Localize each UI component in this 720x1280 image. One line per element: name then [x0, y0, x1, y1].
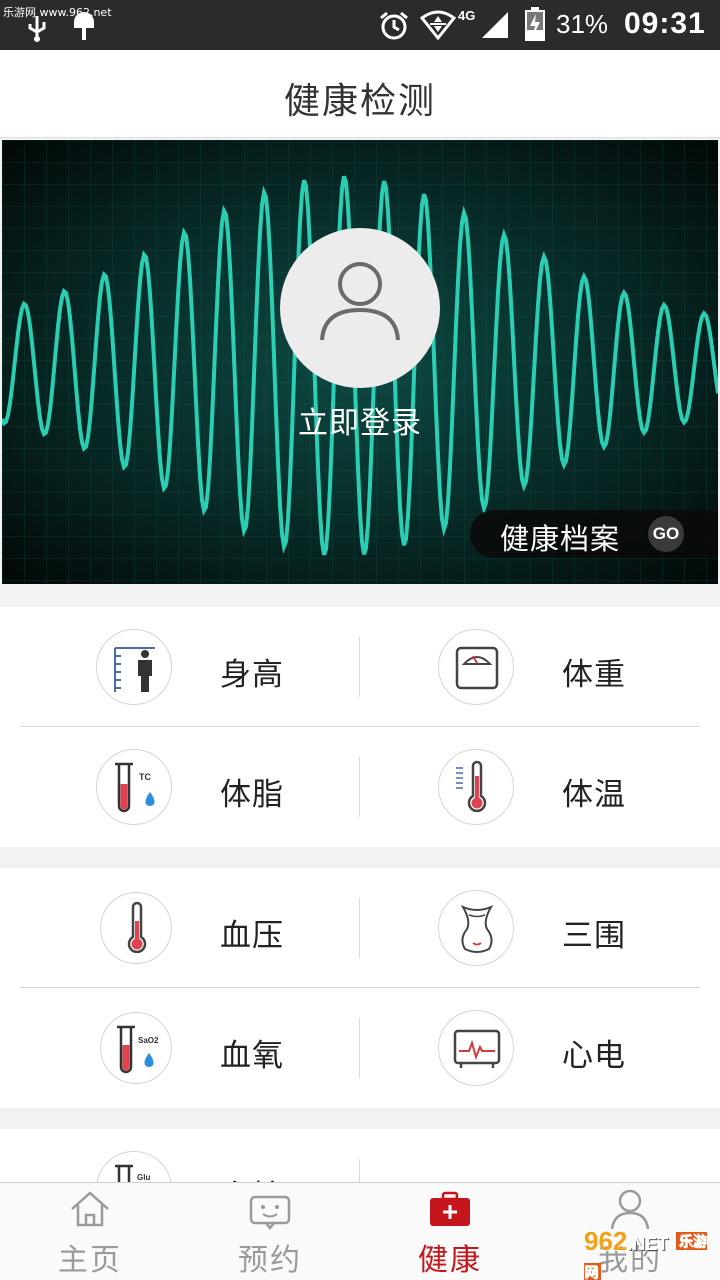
body-shape-icon	[438, 890, 514, 966]
tab-label: 主页	[58, 1243, 122, 1278]
body-fat-tube-icon: TC	[96, 749, 172, 825]
measure-label: 体重	[562, 657, 626, 693]
measure-card-2: 血压 三围 SaO2 血氧 心电	[0, 868, 720, 1108]
thermometer-icon	[438, 749, 514, 825]
icon-text: SaO2	[138, 1036, 159, 1045]
measure-row: TC 体脂 体温	[0, 727, 720, 847]
measure-label: 血压	[220, 918, 284, 954]
tab-label: 预约	[238, 1243, 302, 1278]
battery-percent: 31%	[556, 9, 609, 39]
tab-appointment[interactable]: 预约	[180, 1183, 360, 1280]
user-icon	[610, 1189, 650, 1230]
measure-label: 体脂	[220, 777, 284, 813]
measure-item-body-fat[interactable]: TC 体脂	[0, 727, 360, 847]
measure-item-ecg[interactable]: 心电	[360, 988, 720, 1108]
status-bar: 乐游网 www.962.net 4G 31% 09:31	[0, 0, 720, 50]
measure-label: 身高	[220, 657, 284, 693]
health-banner: 立即登录 健康档案 GO	[2, 140, 718, 584]
blood-pressure-thermometer-icon	[100, 892, 172, 964]
measure-row: 身高 体重	[0, 607, 720, 727]
login-link[interactable]: 立即登录	[2, 398, 718, 442]
measure-row: SaO2 血氧 心电	[0, 988, 720, 1108]
measure-item-body-shape[interactable]: 三围	[360, 868, 720, 988]
measure-item-height[interactable]: 身高	[0, 607, 360, 727]
battery-charging-icon	[525, 7, 545, 41]
measure-card-1: 身高 体重 TC 体脂 体温	[0, 607, 720, 847]
icon-text: Glu	[137, 1173, 150, 1182]
medical-kit-icon	[430, 1191, 470, 1226]
measure-label: 体温	[562, 777, 626, 813]
height-icon	[96, 629, 172, 705]
wifi-icon	[420, 10, 456, 40]
avatar[interactable]	[280, 228, 440, 388]
user-icon	[320, 262, 400, 341]
health-archive-button[interactable]: 健康档案 GO	[470, 510, 718, 558]
blood-oxygen-tube-icon: SaO2	[100, 1012, 172, 1084]
icon-text: TC	[139, 772, 151, 782]
go-badge: GO	[648, 516, 684, 552]
network-type: 4G	[458, 8, 476, 23]
alarm-icon	[380, 11, 408, 40]
measure-label: 心电	[562, 1038, 626, 1074]
clock: 09:31	[624, 7, 706, 40]
android-debug-icon	[74, 12, 94, 40]
measure-item-weight[interactable]: 体重	[360, 607, 720, 727]
measure-label: 三围	[562, 918, 626, 954]
usb-icon	[28, 16, 46, 42]
health-archive-label: 健康档案	[500, 522, 621, 556]
measure-card-3: Glu 血糖	[0, 1129, 720, 1189]
measure-item-blood-oxygen[interactable]: SaO2 血氧	[0, 988, 360, 1108]
tab-health[interactable]: 健康	[360, 1183, 540, 1280]
watermark-logo: 962.NET 乐游网	[584, 1226, 707, 1280]
measure-item-blood-pressure[interactable]: 血压	[0, 868, 360, 988]
tab-home[interactable]: 主页	[0, 1183, 180, 1280]
measure-label: 血氧	[220, 1038, 284, 1074]
tab-label: 健康	[418, 1243, 482, 1278]
signal-icon	[482, 12, 508, 38]
home-icon	[71, 1191, 109, 1227]
measure-row: 血压 三围	[0, 868, 720, 988]
appointment-icon	[249, 1195, 291, 1231]
app-header: 健康检测	[0, 50, 720, 138]
ecg-monitor-icon	[438, 1010, 514, 1086]
page-title: 健康检测	[283, 81, 436, 122]
scale-icon	[438, 629, 514, 705]
measure-item-temperature[interactable]: 体温	[360, 727, 720, 847]
measure-item-blood-glucose[interactable]: Glu 血糖	[0, 1129, 360, 1189]
